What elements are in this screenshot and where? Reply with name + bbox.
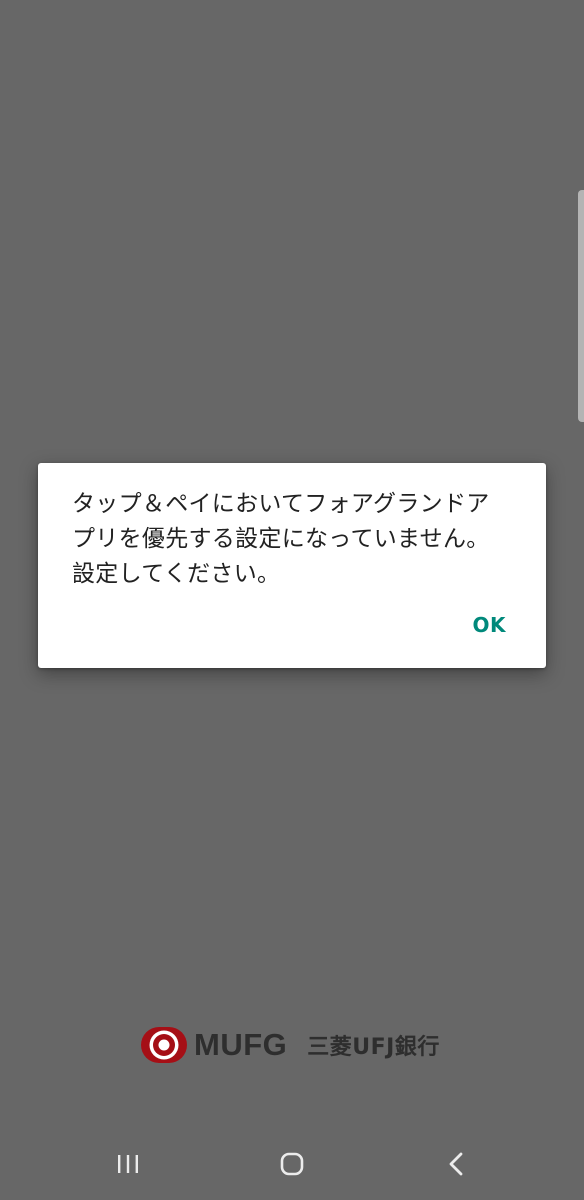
dialog-message: タップ＆ペイにおいてフォアグランドア プリを優先する設定になっていません。 設定… bbox=[72, 491, 490, 587]
back-icon bbox=[449, 1152, 463, 1176]
mufg-logo-text: MUFG bbox=[194, 1027, 288, 1062]
alert-dialog: タップ＆ペイにおいてフォアグランドア プリを優先する設定になっていません。 設定… bbox=[38, 463, 546, 668]
home-button[interactable] bbox=[270, 1142, 314, 1186]
recents-button[interactable] bbox=[106, 1142, 150, 1186]
edge-panel-handle[interactable] bbox=[578, 190, 584, 422]
bank-name: 三菱UFJ銀行 bbox=[307, 1035, 440, 1060]
app-screen: タップ＆ペイにおいてフォアグランドア プリを優先する設定になっていません。 設定… bbox=[0, 0, 584, 1200]
recents-icon bbox=[118, 1155, 138, 1173]
mufg-logo-icon bbox=[141, 1027, 187, 1063]
brand-footer: MUFG 三菱UFJ銀行 bbox=[140, 1025, 440, 1065]
ok-button[interactable]: OK bbox=[463, 609, 517, 641]
back-button[interactable] bbox=[434, 1142, 478, 1186]
system-navigation-bar bbox=[0, 1130, 584, 1200]
home-icon bbox=[280, 1152, 304, 1176]
